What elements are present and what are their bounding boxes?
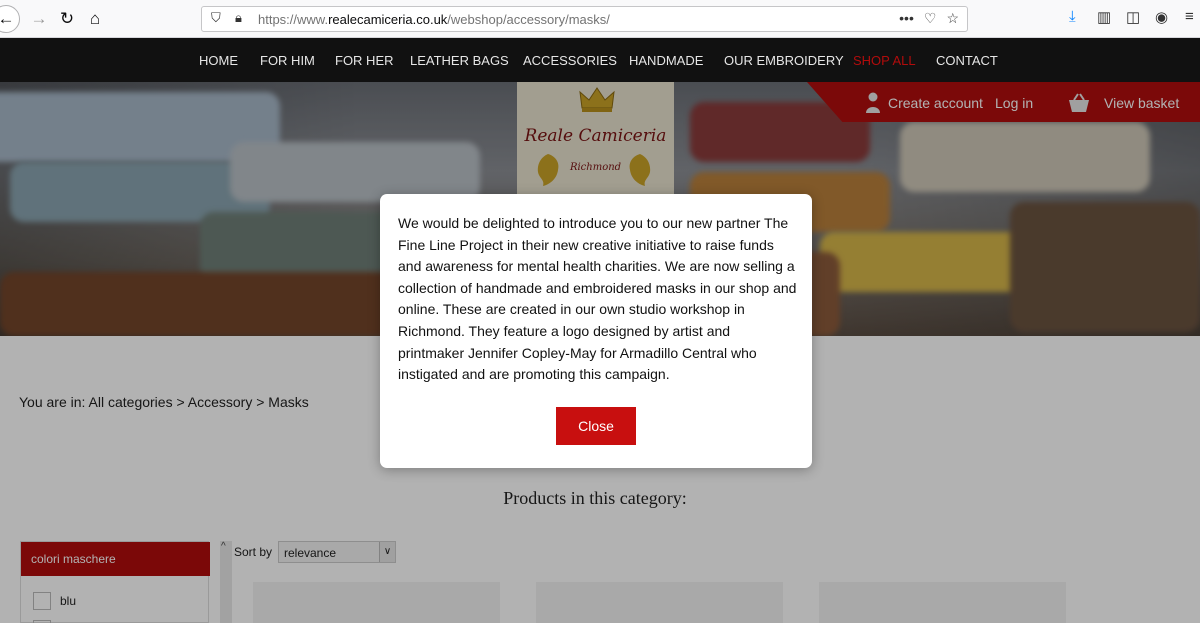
nav-contact[interactable]: CONTACT: [936, 53, 998, 68]
site-navigation: HOME FOR HIM FOR HER LEATHER BAGS ACCESS…: [0, 38, 1200, 82]
nav-for-her[interactable]: FOR HER: [335, 53, 394, 68]
library-icon[interactable]: ▥: [1097, 8, 1111, 26]
nav-accessories[interactable]: ACCESSORIES: [523, 53, 617, 68]
modal-message: We would be delighted to introduce you t…: [398, 215, 797, 383]
url-domain: realecamiceria.co.uk: [328, 12, 448, 27]
lock-icon[interactable]: 🔒︎: [235, 10, 242, 26]
firefox-account-icon[interactable]: ◉: [1155, 8, 1168, 26]
pocket-icon[interactable]: ♡: [924, 10, 937, 27]
browser-toolbar: ← → ↻ ⌂ ⛉ 🔒︎ https://www.realecamiceria.…: [0, 0, 1200, 38]
tracking-shield-icon[interactable]: ⛉: [211, 10, 221, 26]
nav-our-embroidery[interactable]: OUR EMBROIDERY: [724, 53, 844, 68]
url-text[interactable]: https://www.realecamiceria.co.uk/webshop…: [258, 12, 610, 27]
more-actions-icon[interactable]: •••: [899, 10, 914, 27]
announcement-modal: We would be delighted to introduce you t…: [380, 194, 812, 468]
bookmark-star-icon[interactable]: ☆: [946, 10, 959, 27]
reload-icon[interactable]: ↻: [54, 6, 80, 32]
url-bar[interactable]: ⛉ 🔒︎ https://www.realecamiceria.co.uk/we…: [201, 6, 968, 32]
close-button[interactable]: Close: [556, 407, 636, 445]
url-prefix: https://www.: [258, 12, 329, 27]
nav-home[interactable]: HOME: [199, 53, 238, 68]
home-icon[interactable]: ⌂: [82, 6, 108, 32]
back-icon[interactable]: ←: [0, 5, 20, 33]
url-path: /webshop/accessory/masks/: [447, 12, 610, 27]
nav-leather-bags[interactable]: LEATHER BAGS: [410, 53, 509, 68]
forward-icon[interactable]: →: [26, 6, 52, 32]
download-icon[interactable]: ⤓: [1069, 8, 1076, 25]
nav-handmade[interactable]: HANDMADE: [629, 53, 703, 68]
menu-icon[interactable]: ≡: [1185, 8, 1194, 25]
sidebar-icon[interactable]: ◫: [1126, 8, 1140, 26]
nav-for-him[interactable]: FOR HIM: [260, 53, 315, 68]
nav-shop-all[interactable]: SHOP ALL: [853, 53, 916, 68]
